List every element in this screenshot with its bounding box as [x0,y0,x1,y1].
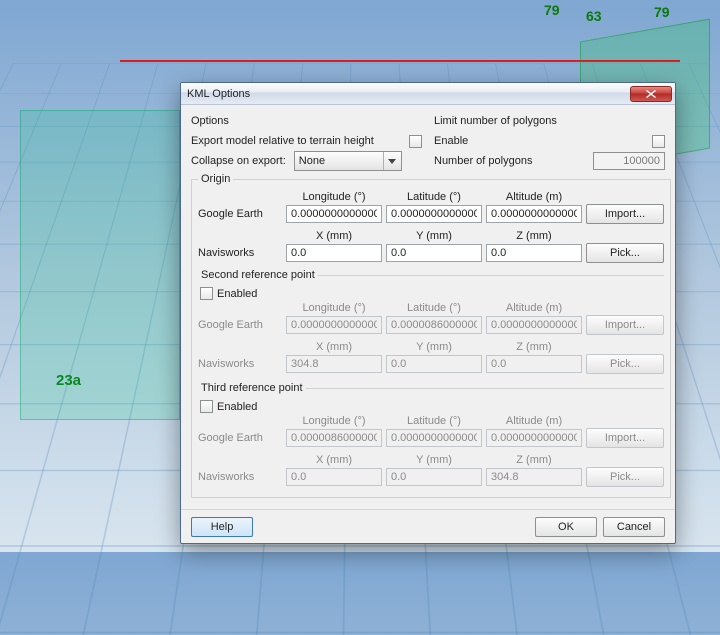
origin-legend: Origin [198,173,233,185]
ref2-ge-label: Google Earth [198,319,282,331]
grid-label-79b: 79 [654,4,670,20]
ref3-col-lat: Latitude (°) [386,415,482,427]
collapse-label: Collapse on export: [191,155,286,167]
ref2-col-alt: Altitude (m) [486,302,582,314]
origin-col-lon: Longitude (°) [286,191,382,203]
ref2-lat-input [386,316,482,334]
origin-lon-input[interactable] [286,205,382,223]
ref2-alt-input [486,316,582,334]
ref2-y-input [386,355,482,373]
ref3-enabled-label: Enabled [217,401,257,413]
help-button[interactable]: Help [191,517,253,537]
ref3-y-input [386,468,482,486]
ref2-col-lat: Latitude (°) [386,302,482,314]
ref3-col-y: Y (mm) [386,454,482,466]
ref2-enabled-label: Enabled [217,288,257,300]
origin-col-x: X (mm) [286,230,382,242]
origin-nw-label: Navisworks [198,247,282,259]
ref2-col-y: Y (mm) [386,341,482,353]
origin-ge-label: Google Earth [198,208,282,220]
origin-import-button[interactable]: Import... [586,204,664,224]
polygons-heading: Limit number of polygons [434,111,665,131]
origin-col-alt: Altitude (m) [486,191,582,203]
polygons-enable-label: Enable [434,135,652,147]
ref3-enabled-checkbox[interactable] [200,400,213,413]
ref3-lon-input [286,429,382,447]
ref3-col-lon: Longitude (°) [286,415,382,427]
origin-col-z: Z (mm) [486,230,582,242]
options-heading: Options [191,111,422,131]
ok-button[interactable]: OK [535,517,597,537]
collapse-select[interactable]: None [294,151,402,171]
ref2-x-input [286,355,382,373]
ref3-group: Third reference point Enabled Longitude … [198,382,664,491]
ref3-z-input [486,468,582,486]
polygons-count-label: Number of polygons [434,155,585,167]
origin-x-input[interactable] [286,244,382,262]
polygons-enable-checkbox[interactable] [652,135,665,148]
kml-options-dialog: KML Options Options Export model relativ… [180,82,676,544]
cancel-button[interactable]: Cancel [603,517,665,537]
origin-col-y: Y (mm) [386,230,482,242]
origin-lat-input[interactable] [386,205,482,223]
ref2-pick-button: Pick... [586,354,664,374]
grid-label-79a: 79 [544,2,560,18]
ref3-col-alt: Altitude (m) [486,415,582,427]
ref2-import-button: Import... [586,315,664,335]
origin-alt-input[interactable] [486,205,582,223]
ref2-col-x: X (mm) [286,341,382,353]
titlebar[interactable]: KML Options [181,83,675,105]
ref2-nw-label: Navisworks [198,358,282,370]
ref2-col-lon: Longitude (°) [286,302,382,314]
dialog-content: Options Export model relative to terrain… [181,105,675,509]
ref3-x-input [286,468,382,486]
dialog-title: KML Options [187,88,630,100]
ref3-alt-input [486,429,582,447]
ref3-ge-label: Google Earth [198,432,282,444]
close-icon [646,90,656,98]
ref2-enabled-checkbox[interactable] [200,287,213,300]
close-button[interactable] [630,86,672,102]
origin-pick-button[interactable]: Pick... [586,243,664,263]
ref3-col-x: X (mm) [286,454,382,466]
ref2-col-z: Z (mm) [486,341,582,353]
origin-y-input[interactable] [386,244,482,262]
polygons-count-input[interactable] [593,152,665,170]
ref3-legend: Third reference point [198,382,306,394]
ref3-pick-button: Pick... [586,467,664,487]
ref3-nw-label: Navisworks [198,471,282,483]
ref2-lon-input [286,316,382,334]
model-line [120,60,680,62]
origin-group: Origin Longitude (°) Latitude (°) Altitu… [191,173,671,498]
origin-col-lat: Latitude (°) [386,191,482,203]
ref3-col-z: Z (mm) [486,454,582,466]
ref3-lat-input [386,429,482,447]
chevron-down-icon [383,152,401,170]
grid-label-63: 63 [586,8,602,24]
collapse-value: None [299,155,325,167]
origin-z-input[interactable] [486,244,582,262]
ref2-legend: Second reference point [198,269,318,281]
ref2-z-input [486,355,582,373]
ref2-group: Second reference point Enabled Longitude… [198,269,664,378]
dialog-footer: Help OK Cancel [181,509,675,543]
ref3-import-button: Import... [586,428,664,448]
export-relative-checkbox[interactable] [409,135,422,148]
export-relative-label: Export model relative to terrain height [191,135,409,147]
